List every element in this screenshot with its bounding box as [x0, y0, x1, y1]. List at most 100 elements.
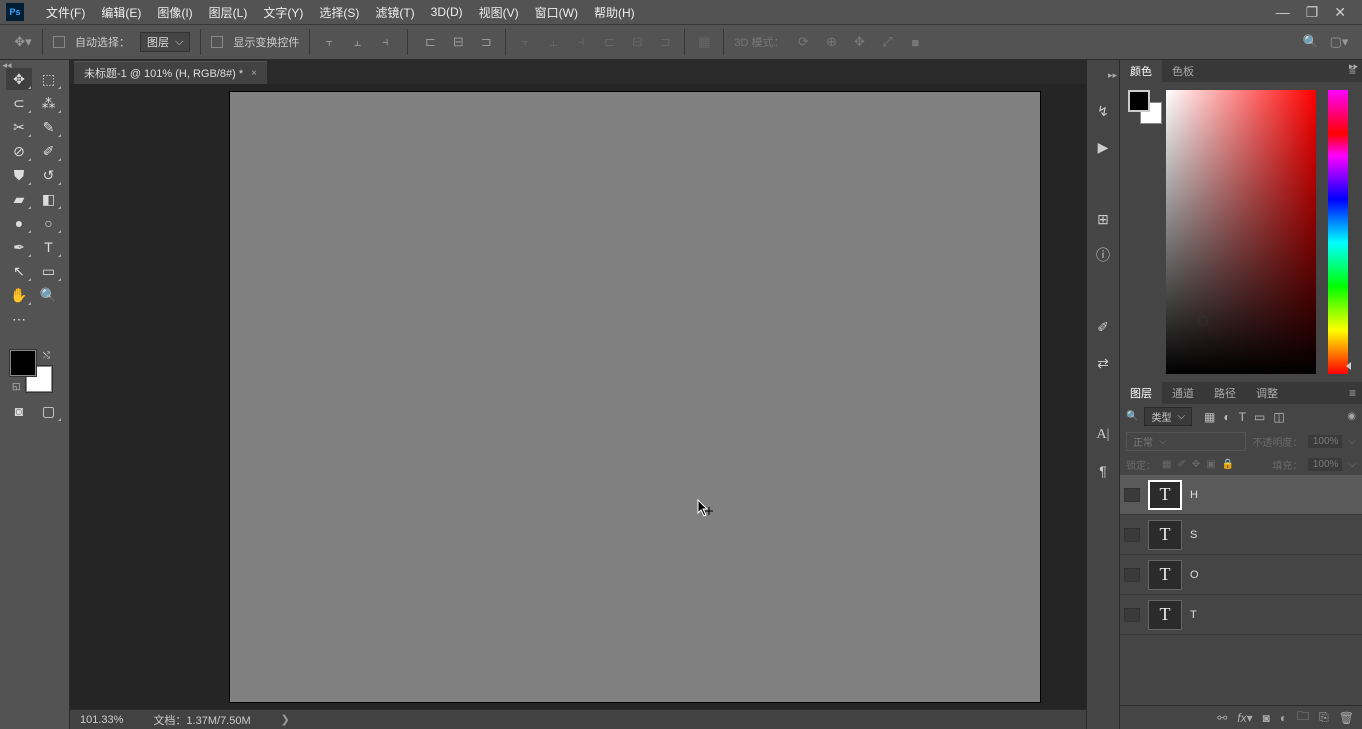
status-zoom[interactable]: 101.33% [80, 714, 123, 726]
menu-3d[interactable]: 3D(D) [423, 5, 471, 19]
color-swatches[interactable]: ⤭ ◱ [10, 350, 52, 392]
dodge-tool[interactable]: ○ [36, 212, 62, 234]
tab-adjustments[interactable]: 调整 [1246, 382, 1288, 404]
menu-edit[interactable]: 编辑(E) [93, 4, 149, 21]
layer-name[interactable]: H [1190, 489, 1198, 501]
show-transform-checkbox[interactable] [211, 36, 223, 48]
3d-orbit-icon[interactable]: ⟳ [794, 33, 812, 51]
adjustment-layer-icon[interactable]: ◐ [1280, 711, 1287, 725]
canvas-viewport[interactable] [70, 84, 1086, 709]
close-icon[interactable]: × [251, 68, 257, 79]
lock-all-icon[interactable]: 🔒 [1222, 459, 1234, 470]
layer-name[interactable]: S [1190, 529, 1197, 541]
align-vcenter-icon[interactable]: ⫠ [348, 33, 366, 51]
filter-adjust-icon[interactable]: ◐ [1223, 410, 1230, 424]
3d-pan-icon[interactable]: ✥ [850, 33, 868, 51]
distribute-right-icon[interactable]: ⊐ [656, 33, 674, 51]
quickmask-tool[interactable]: ◙ [6, 400, 32, 422]
history-panel-icon[interactable]: ↯ [1093, 101, 1113, 121]
layer-thumbnail[interactable]: T [1148, 560, 1182, 590]
magic-wand-tool[interactable]: ⁂ [36, 92, 62, 114]
3d-roll-icon[interactable]: ⊕ [822, 33, 840, 51]
panel-menu-icon[interactable]: ≡ [1343, 386, 1362, 400]
brush-tool[interactable]: ✐ [36, 140, 62, 162]
maximize-button[interactable]: ❐ [1306, 4, 1319, 21]
lock-position-icon[interactable]: ✥ [1192, 459, 1200, 470]
adjustments-panel-icon[interactable]: ⇄ [1093, 353, 1113, 373]
blur-tool[interactable]: ● [6, 212, 32, 234]
default-colors-icon[interactable]: ◱ [12, 381, 21, 392]
layer-visibility-toggle[interactable] [1124, 528, 1140, 542]
layer-visibility-toggle[interactable] [1124, 568, 1140, 582]
collapse-panel-icon[interactable]: ▸▸ [1349, 61, 1358, 72]
zoom-tool[interactable]: 🔍 [36, 284, 62, 306]
layer-visibility-toggle[interactable] [1124, 488, 1140, 502]
layer-thumbnail[interactable]: T [1148, 600, 1182, 630]
layer-row[interactable]: TH [1120, 475, 1362, 515]
panel-foreground-color[interactable] [1128, 90, 1150, 112]
info-panel-icon[interactable]: ⓘ [1093, 245, 1113, 265]
properties-panel-icon[interactable]: ⊞ [1093, 209, 1113, 229]
distribute-vcenter-icon[interactable]: ⫠ [544, 33, 562, 51]
paragraph-panel-icon[interactable]: ¶ [1093, 461, 1113, 481]
blend-mode-dropdown[interactable]: 正常⌵ [1126, 432, 1246, 451]
new-layer-icon[interactable]: ⎘ [1319, 710, 1329, 725]
layer-row[interactable]: TO [1120, 555, 1362, 595]
stamp-tool[interactable]: ⛊ [6, 164, 32, 186]
lasso-tool[interactable]: ⊂ [6, 92, 32, 114]
move-tool[interactable]: ✥ [6, 68, 32, 90]
3d-camera-icon[interactable]: ■ [906, 33, 924, 51]
layer-name[interactable]: O [1190, 569, 1199, 581]
menu-filter[interactable]: 滤镜(T) [367, 4, 422, 21]
eraser-tool[interactable]: ▰ [6, 188, 32, 210]
layer-mask-icon[interactable]: ◙ [1263, 711, 1270, 725]
distribute-left-icon[interactable]: ⊏ [600, 33, 618, 51]
expand-strip-icon[interactable]: ▸▸ [1108, 70, 1119, 81]
type-tool[interactable]: T [36, 236, 62, 258]
swap-colors-icon[interactable]: ⤭ [43, 350, 50, 361]
search-icon[interactable]: 🔍 [1302, 33, 1320, 51]
filter-pixel-icon[interactable]: ▦ [1204, 410, 1215, 424]
color-field[interactable] [1166, 90, 1316, 374]
filter-toggle[interactable]: ◉ [1347, 411, 1356, 422]
align-bottom-icon[interactable]: ⫞ [376, 33, 394, 51]
actions-panel-icon[interactable]: ▶ [1093, 137, 1113, 157]
menu-type[interactable]: 文字(Y) [255, 4, 311, 21]
layer-group-icon[interactable]: 🗀 [1297, 707, 1309, 728]
brushes-panel-icon[interactable]: ✐ [1093, 317, 1113, 337]
tab-swatches[interactable]: 色板 [1162, 60, 1204, 82]
character-panel-icon[interactable]: A| [1093, 425, 1113, 445]
hue-slider[interactable] [1328, 90, 1348, 374]
canvas[interactable] [230, 92, 1040, 702]
filter-smart-icon[interactable]: ◫ [1273, 410, 1284, 424]
eyedropper-tool[interactable]: ✎ [36, 116, 62, 138]
auto-select-checkbox[interactable] [53, 36, 65, 48]
fill-value[interactable]: 100% [1308, 458, 1342, 471]
align-top-icon[interactable]: ⫟ [320, 33, 338, 51]
distribute-hcenter-icon[interactable]: ⊟ [628, 33, 646, 51]
lock-artboard-icon[interactable]: ▣ [1206, 459, 1215, 470]
status-doc-info[interactable]: 文档：1.37M/7.50M [153, 712, 250, 728]
menu-help[interactable]: 帮助(H) [586, 4, 643, 21]
lock-pixels-icon[interactable]: ✐ [1177, 459, 1185, 470]
filter-shape-icon[interactable]: ▭ [1254, 410, 1265, 424]
tab-channels[interactable]: 通道 [1162, 382, 1204, 404]
tab-color[interactable]: 颜色 [1120, 60, 1162, 82]
healing-tool[interactable]: ⊘ [6, 140, 32, 162]
layer-thumbnail[interactable]: T [1148, 520, 1182, 550]
link-layers-icon[interactable]: ⚯ [1217, 711, 1227, 725]
filter-search-icon[interactable]: 🔍 [1126, 411, 1138, 422]
minimize-button[interactable]: — [1276, 4, 1290, 21]
document-tab[interactable]: 未标题-1 @ 101% (H, RGB/8#) * × [74, 61, 267, 84]
tab-paths[interactable]: 路径 [1204, 382, 1246, 404]
layer-list[interactable]: THTSTOTT [1120, 475, 1362, 705]
path-select-tool[interactable]: ↖ [6, 260, 32, 282]
tab-layers[interactable]: 图层 [1120, 382, 1162, 404]
3d-slide-icon[interactable]: ⤢ [878, 33, 896, 51]
align-right-icon[interactable]: ⊐ [477, 33, 495, 51]
layer-name[interactable]: T [1190, 609, 1197, 621]
close-button[interactable]: ✕ [1334, 4, 1346, 21]
align-hcenter-icon[interactable]: ⊟ [449, 33, 467, 51]
workspace-icon[interactable]: ▢▾ [1330, 33, 1348, 51]
distribute-bottom-icon[interactable]: ⫞ [572, 33, 590, 51]
